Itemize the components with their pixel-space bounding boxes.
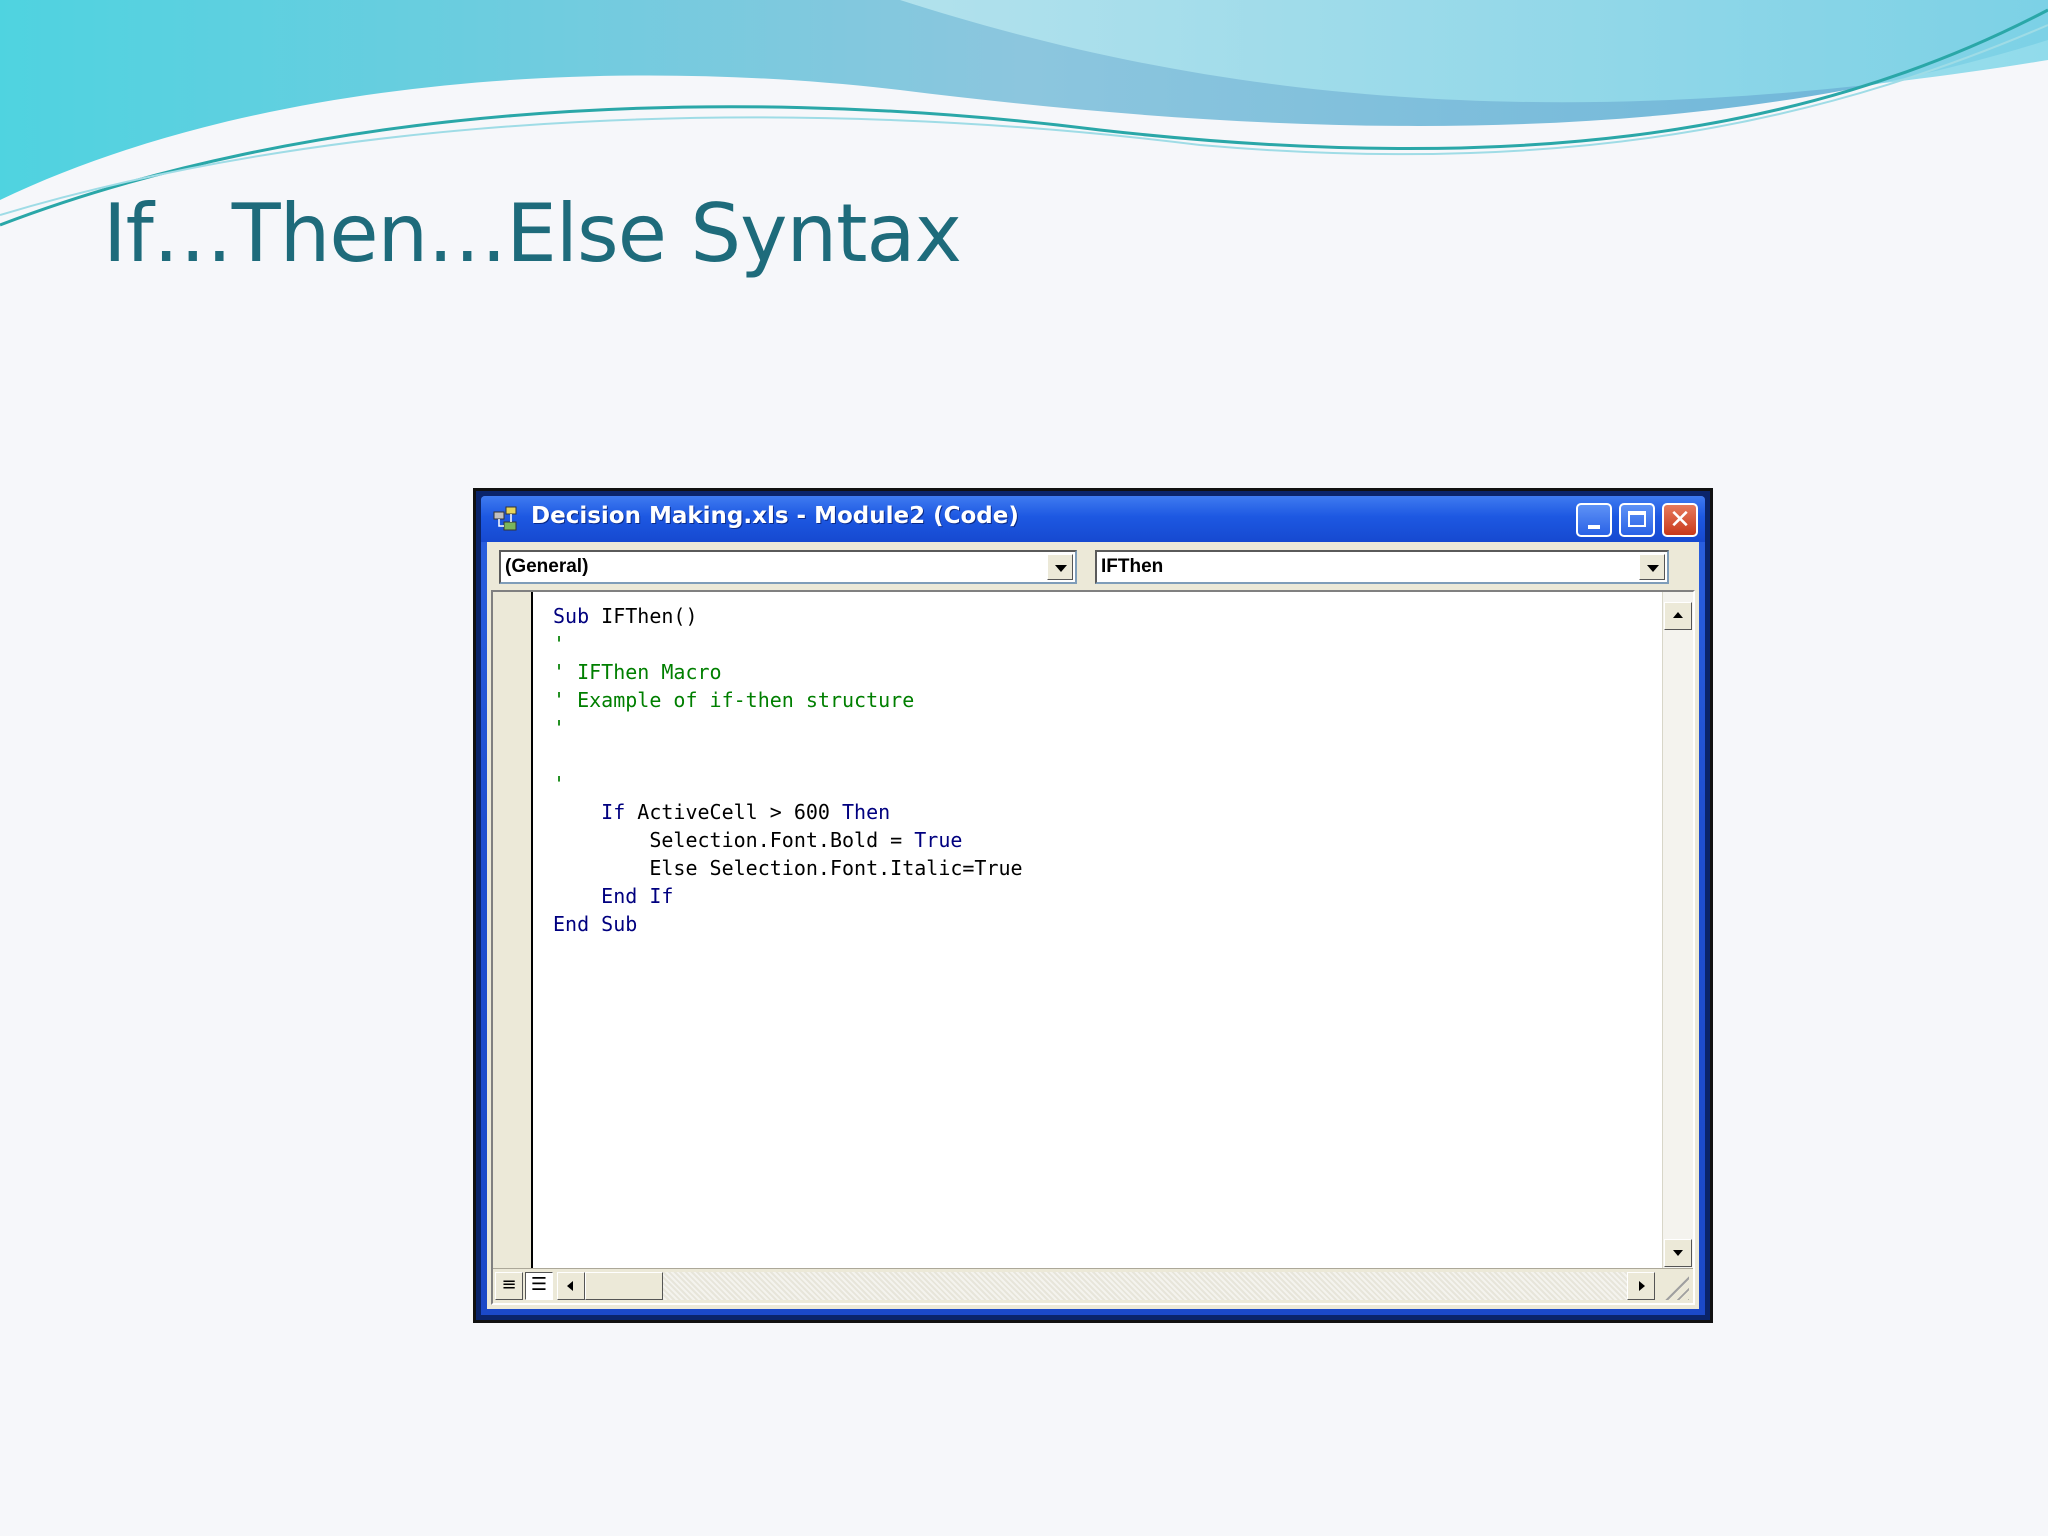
close-button[interactable]: ✕ (1662, 503, 1698, 537)
window-frame: Decision Making.xls - Module2 (Code) ✕ (… (481, 496, 1705, 1315)
code-pane: (General) IFThen Sub IFThen() ' ' IFThen M… (487, 542, 1699, 1309)
slide-title: If…Then…Else Syntax (103, 187, 962, 280)
arrow-left-icon (567, 1281, 573, 1291)
code-line[interactable]: ' (553, 770, 1023, 798)
code-keyword: Sub (553, 604, 602, 628)
horizontal-scrollbar[interactable] (557, 1272, 1655, 1300)
bottom-bar: ≡ ☰ (493, 1268, 1693, 1303)
code-keyword: Then (842, 800, 891, 824)
maximize-button[interactable] (1619, 503, 1655, 537)
scroll-right-button[interactable] (1627, 1272, 1655, 1300)
code-line[interactable]: End If (553, 882, 1023, 910)
code-text[interactable]: Sub IFThen() ' ' IFThen Macro ' Example of … (553, 602, 1023, 938)
full-module-view-icon[interactable]: ☰ (525, 1272, 553, 1300)
arrow-right-icon (1639, 1281, 1645, 1291)
chevron-down-icon (1055, 565, 1067, 572)
code-comment: ' IFThen Macro (553, 660, 722, 684)
code-line[interactable]: Selection.Font.Bold = True (553, 826, 1023, 854)
code-token: Else Selection.Font.Italic=True (553, 856, 1023, 880)
minimize-icon (1588, 525, 1600, 529)
close-icon: ✕ (1669, 505, 1691, 535)
code-token: Selection.Font.Bold = (553, 828, 915, 852)
slide: If…Then…Else Syntax Decision Making.xls … (0, 0, 2048, 1536)
code-comment: ' (553, 632, 566, 656)
code-line[interactable]: ' IFThen Macro (553, 658, 1023, 686)
chevron-down-icon (1647, 565, 1659, 572)
object-dropdown-value: (General) (505, 556, 589, 577)
margin-indicator-bar[interactable] (493, 592, 533, 1269)
vbe-code-icon (493, 506, 517, 531)
code-keyword: If (601, 800, 638, 824)
title-bar[interactable]: Decision Making.xls - Module2 (Code) ✕ (481, 496, 1705, 542)
code-comment: ' Example of if-then structure (553, 688, 915, 712)
code-token: ActiveCell > 600 (637, 800, 842, 824)
code-editor[interactable]: Sub IFThen() ' ' IFThen Macro ' Example of … (491, 590, 1695, 1305)
resize-grip-icon[interactable] (1663, 1274, 1689, 1300)
scroll-up-button[interactable] (1664, 602, 1692, 630)
minimize-button[interactable] (1576, 503, 1612, 537)
code-line[interactable]: End Sub (553, 910, 1023, 938)
code-line[interactable]: ' Example of if-then structure (553, 686, 1023, 714)
arrow-down-icon (1673, 1250, 1683, 1256)
code-line[interactable]: Sub IFThen() (553, 602, 1023, 630)
code-line[interactable]: If ActiveCell > 600 Then (553, 798, 1023, 826)
object-dropdown-button[interactable] (1047, 554, 1073, 580)
procedure-view-icon[interactable]: ≡ (495, 1272, 523, 1300)
vertical-scrollbar[interactable] (1662, 592, 1693, 1269)
code-line[interactable]: ' (553, 630, 1023, 658)
arrow-up-icon (1673, 612, 1683, 618)
procedure-dropdown[interactable]: IFThen (1095, 550, 1669, 584)
code-keyword: True (914, 828, 963, 852)
maximize-icon (1628, 511, 1646, 527)
code-keyword: End If (601, 884, 674, 908)
code-comment: ' (553, 772, 566, 796)
vbe-code-window[interactable]: Decision Making.xls - Module2 (Code) ✕ (… (473, 488, 1713, 1323)
code-comment: ' (553, 716, 566, 740)
procedure-dropdown-value: IFThen (1101, 556, 1164, 577)
code-line[interactable]: ' (553, 714, 1023, 742)
code-line[interactable]: Else Selection.Font.Italic=True (553, 854, 1023, 882)
horizontal-scroll-thumb[interactable] (585, 1272, 663, 1300)
code-line[interactable]: ​ (553, 742, 1023, 770)
window-title: Decision Making.xls - Module2 (Code) (531, 503, 1019, 529)
object-dropdown[interactable]: (General) (499, 550, 1077, 584)
procedure-dropdown-button[interactable] (1639, 554, 1665, 580)
scroll-left-button[interactable] (557, 1272, 585, 1300)
code-keyword: End Sub (553, 912, 638, 936)
scroll-down-button[interactable] (1664, 1239, 1692, 1267)
code-token: IFThen() (601, 604, 698, 628)
